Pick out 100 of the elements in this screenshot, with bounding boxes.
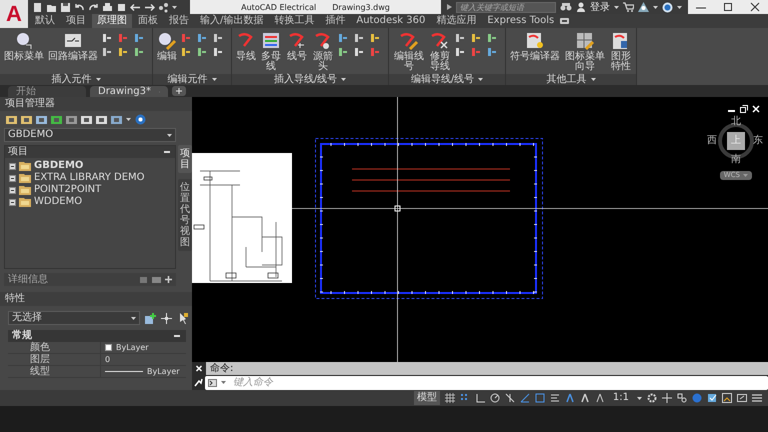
ribbon-tab[interactable]: 输入/输出数据	[195, 14, 268, 28]
tool-icon[interactable]	[6, 114, 17, 124]
isodraft-icon[interactable]	[504, 393, 515, 403]
tool-icon[interactable]	[102, 47, 112, 57]
caret-icon[interactable]	[478, 78, 484, 81]
select-objects-icon[interactable]	[161, 312, 172, 324]
workspace-icon[interactable]	[594, 393, 605, 403]
caret-icon[interactable]	[126, 118, 131, 121]
ribbon-tool-button[interactable]: 编辑线号	[393, 31, 425, 74]
menu-icon[interactable]	[752, 393, 762, 403]
ribbon-tool-button[interactable]: 图标菜单向导	[564, 31, 606, 74]
tool-icon[interactable]	[197, 33, 207, 43]
ribbon-tab[interactable]: 报告	[164, 14, 194, 28]
ortho-icon[interactable]	[474, 393, 485, 403]
tool-icon[interactable]	[370, 33, 380, 43]
tool-icon[interactable]	[81, 114, 92, 124]
object-snap-icon[interactable]	[534, 393, 545, 403]
caret-icon[interactable]	[172, 6, 177, 8]
tool-icon[interactable]	[487, 47, 497, 57]
document-icon[interactable]	[116, 2, 127, 12]
cart-icon[interactable]	[623, 2, 634, 12]
object-track-icon[interactable]	[520, 393, 530, 403]
close-icon[interactable]	[192, 362, 206, 375]
tool-icon[interactable]	[66, 114, 77, 124]
expand-icon[interactable]	[9, 198, 16, 206]
ribbon-tool-button[interactable]: 源箭头	[312, 31, 334, 74]
tool-icon[interactable]	[455, 33, 465, 43]
ribbon-tab[interactable]: 项目	[61, 14, 91, 28]
ribbon-tab[interactable]: 原理图	[92, 14, 132, 28]
caret-icon[interactable]	[96, 78, 100, 81]
ribbon-tab[interactable]: Autodesk 360	[351, 14, 430, 28]
tool-icon[interactable]	[338, 33, 348, 43]
ribbon-tool-button[interactable]: 线号	[286, 31, 308, 74]
tool-icon[interactable]	[134, 47, 144, 57]
undo-icon[interactable]	[74, 2, 85, 12]
tool-icon[interactable]	[354, 47, 364, 57]
tool-icon[interactable]	[197, 47, 207, 57]
tool-icon[interactable]	[111, 114, 122, 124]
application-menu-button[interactable]: A	[0, 0, 28, 28]
expand-icon[interactable]	[9, 174, 16, 182]
binoculars-icon[interactable]	[560, 2, 572, 12]
plus-icon[interactable]	[662, 393, 672, 403]
sign-in-link[interactable]: 登录	[590, 0, 610, 14]
ribbon-tool-button[interactable]: 回路编译器	[48, 31, 98, 74]
help-icon[interactable]	[662, 2, 673, 12]
project-item[interactable]: WDDEMO	[34, 196, 82, 208]
tool-icon[interactable]	[338, 47, 348, 57]
tool-icon[interactable]	[471, 33, 481, 43]
share-icon[interactable]	[158, 2, 169, 12]
ribbon-tab[interactable]: 面板	[133, 14, 163, 28]
tool-icon[interactable]	[134, 33, 144, 43]
file-tab[interactable]: 开始	[8, 86, 86, 97]
selection-dropdown[interactable]: 无选择	[8, 311, 140, 325]
right-arrow-icon[interactable]	[144, 2, 155, 12]
tool-icon[interactable]	[455, 47, 465, 57]
search-field[interactable]: 键入关键字或短语	[456, 2, 556, 12]
left-arrow-icon[interactable]	[130, 2, 141, 12]
scale-button[interactable]: 1:1	[610, 391, 632, 405]
grid-icon[interactable]	[444, 393, 455, 403]
expand-icon[interactable]	[9, 162, 16, 170]
tool-icon[interactable]	[51, 114, 62, 124]
tool-icon[interactable]	[102, 33, 112, 43]
isolate-icon[interactable]	[677, 393, 687, 403]
caret-icon[interactable]	[590, 78, 596, 81]
section-header[interactable]: 常规	[12, 330, 32, 342]
ribbon-tab[interactable]: 精选应用	[431, 14, 482, 28]
tool-icon[interactable]	[213, 33, 223, 43]
polar-icon[interactable]	[490, 393, 500, 403]
redo-icon[interactable]	[88, 2, 99, 12]
lineweight-icon[interactable]	[550, 393, 560, 403]
caret-icon[interactable]	[341, 78, 346, 81]
model-space-button[interactable]: 模型	[414, 391, 440, 405]
help-icon[interactable]	[135, 114, 146, 125]
ribbon-tool-button[interactable]: 修剪导线	[429, 31, 451, 74]
maximize-icon[interactable]	[722, 2, 734, 12]
caret-icon[interactable]	[212, 78, 216, 81]
ribbon-tool-button[interactable]: 编辑	[157, 31, 177, 74]
expand-icon[interactable]	[447, 4, 452, 10]
project-item[interactable]: EXTRA LIBRARY DEMO	[34, 172, 145, 184]
annotation-icon[interactable]	[564, 393, 575, 403]
tool-icon[interactable]	[118, 47, 128, 57]
caret-icon[interactable]	[677, 6, 682, 8]
tool-icon[interactable]	[21, 114, 32, 124]
caret-icon[interactable]	[653, 6, 658, 8]
caret-icon[interactable]	[614, 6, 619, 8]
caret-icon[interactable]	[167, 134, 172, 136]
tool-icon[interactable]	[354, 33, 364, 43]
triangle-icon[interactable]	[638, 2, 649, 12]
tool-icon[interactable]	[487, 33, 497, 43]
gear-icon[interactable]	[647, 393, 657, 403]
quick-select-icon[interactable]	[177, 312, 188, 324]
side-tab[interactable]: 位置代号视图	[178, 179, 192, 251]
ribbon-tool-button[interactable]: 导线	[236, 31, 256, 74]
ribbon-tool-button[interactable]: 图标菜单	[4, 31, 44, 74]
properties-icon[interactable]	[707, 393, 717, 403]
ribbon-tab[interactable]: 默认	[30, 14, 60, 28]
ribbon-tab[interactable]: 转换工具	[269, 14, 320, 28]
clean-screen-icon[interactable]	[722, 393, 732, 403]
close-icon[interactable]	[748, 2, 761, 12]
save-icon[interactable]	[60, 2, 71, 12]
